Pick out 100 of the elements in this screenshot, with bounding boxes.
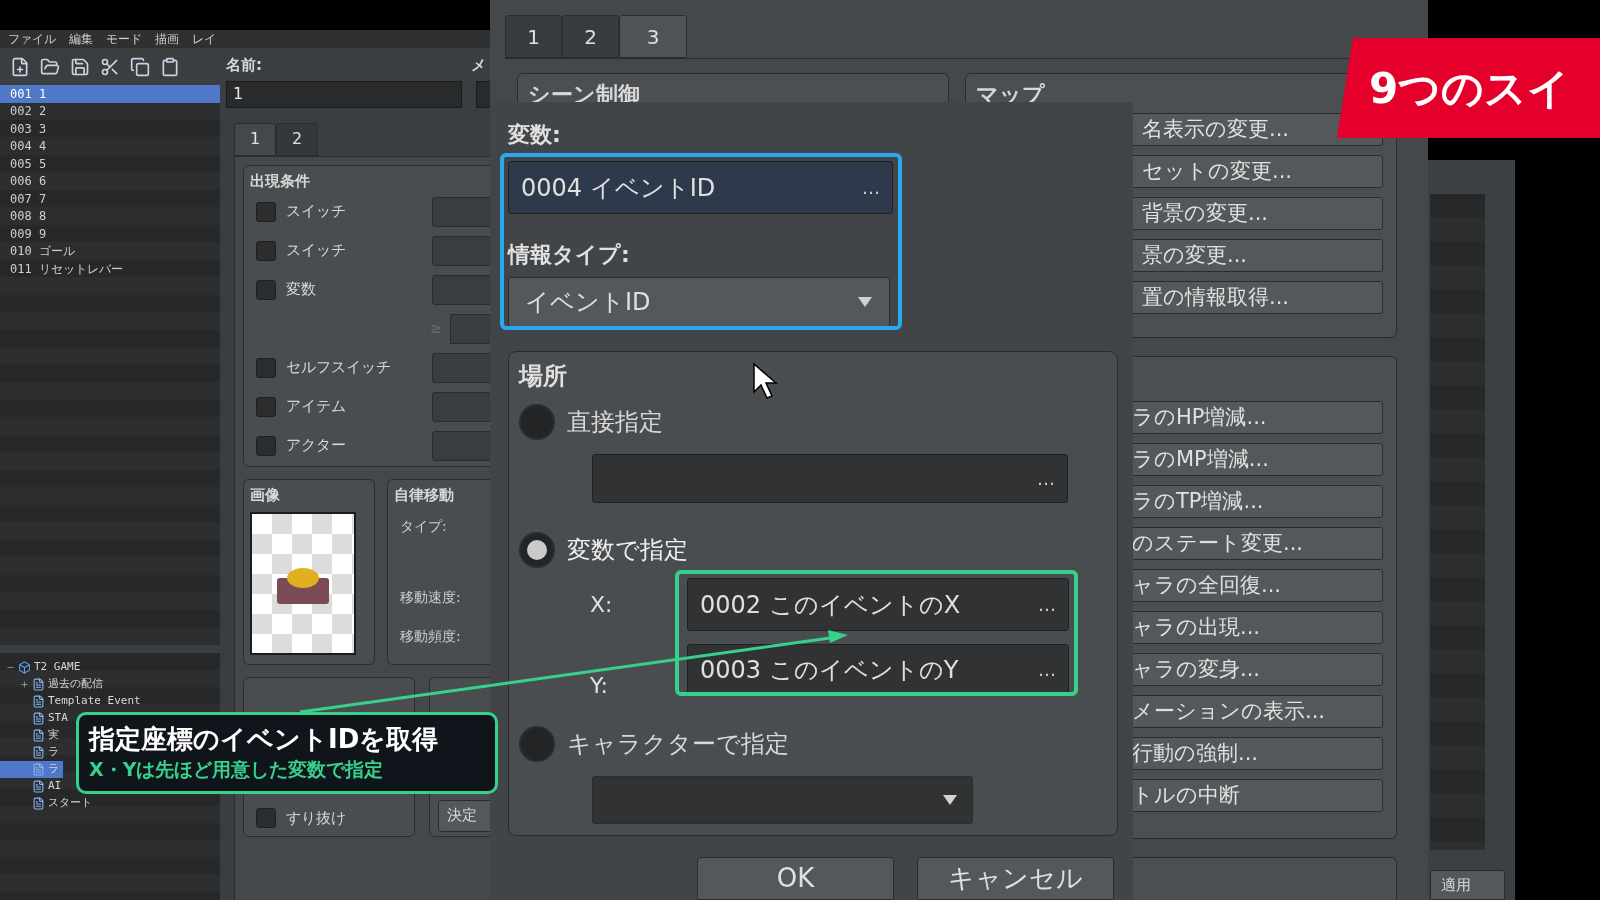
caret-down-icon <box>857 296 873 308</box>
menu-item[interactable]: ファイル <box>8 30 56 48</box>
cancel-button[interactable]: キャンセル <box>917 857 1114 900</box>
document-icon <box>32 712 45 725</box>
checkbox-label: 変数 <box>286 279 317 301</box>
radio-button[interactable] <box>519 404 555 440</box>
tab[interactable]: 2 <box>562 15 619 58</box>
menu-item[interactable]: レイ <box>192 30 216 48</box>
checkbox-label: アクター <box>286 435 347 457</box>
checkbox[interactable] <box>256 435 276 456</box>
y-variable-field[interactable]: 0003 このイベントのY … <box>687 644 1069 695</box>
open-folder-icon[interactable] <box>40 56 60 77</box>
map-list-item[interactable]: 008 8 <box>0 207 220 225</box>
map-list-item[interactable]: 005 5 <box>0 155 220 173</box>
map-list-item[interactable]: 007 7 <box>0 190 220 208</box>
radio-button[interactable] <box>519 532 555 568</box>
document-icon <box>32 746 45 759</box>
caret-down-icon <box>942 794 958 806</box>
checkbox-label: アイテム <box>286 396 347 418</box>
apply-button[interactable]: 適用 <box>1430 870 1505 900</box>
checkbox-label: スイッチ <box>286 201 347 223</box>
option-label: 変数で指定 <box>567 535 688 566</box>
cube-icon <box>18 661 31 674</box>
tree-item[interactable]: T2 GAME <box>0 659 85 676</box>
field-label: 変数: <box>508 121 562 148</box>
option-label: 直接指定 <box>567 407 663 438</box>
tree-item[interactable]: ラ <box>0 744 63 761</box>
tab[interactable]: 1 <box>505 15 562 58</box>
document-icon <box>32 729 45 742</box>
variable-field[interactable]: 0004 イベントID … <box>508 161 893 214</box>
document-icon <box>32 678 45 691</box>
group-title: 場所 <box>517 361 567 392</box>
character-select[interactable] <box>592 776 973 824</box>
callout-subtitle: X・Yは先ほど用意した変数で指定 <box>89 756 385 782</box>
checkbox[interactable] <box>256 808 276 829</box>
field-label: タイプ: <box>399 517 448 536</box>
expand-icon[interactable] <box>20 680 29 689</box>
save-icon[interactable] <box>70 56 90 77</box>
field-label: 移動速度: <box>399 588 462 607</box>
checkbox[interactable] <box>256 201 276 222</box>
field-label: X: <box>589 591 614 619</box>
checkbox[interactable] <box>256 357 276 378</box>
tree-item[interactable]: 過去の配信 <box>0 676 107 693</box>
map-list-item[interactable]: 009 9 <box>0 225 220 243</box>
menu-item[interactable]: 編集 <box>69 30 93 48</box>
map-list-item[interactable]: 004 4 <box>0 137 220 155</box>
checkbox-label: スイッチ <box>286 240 347 262</box>
new-file-icon[interactable] <box>10 56 30 77</box>
document-icon <box>32 780 45 793</box>
field-label: メ <box>471 55 486 76</box>
cursor-icon <box>753 362 778 399</box>
x-variable-field[interactable]: 0002 このイベントのX … <box>687 578 1069 631</box>
title-banner: 9つのスイ <box>1337 38 1600 138</box>
scissors-icon[interactable] <box>100 56 120 77</box>
tab[interactable]: 1 <box>234 122 276 156</box>
field-label: Y: <box>589 672 609 700</box>
map-list-item[interactable]: 002 2 <box>0 102 220 120</box>
ellipsis-button[interactable]: … <box>1038 656 1056 683</box>
tab[interactable]: 3 <box>619 15 687 58</box>
document-icon <box>32 695 45 708</box>
field-label: 名前: <box>226 55 262 76</box>
checkbox-label: すり抜け <box>286 808 346 829</box>
map-list-item[interactable]: 001 1 <box>0 85 220 103</box>
checkbox-label: セルフスイッチ <box>286 357 392 379</box>
document-icon <box>32 797 45 810</box>
checkbox[interactable] <box>256 240 276 261</box>
tree-item[interactable]: AI <box>0 778 66 795</box>
checkbox[interactable] <box>256 279 276 300</box>
callout-title: 指定座標のイベントIDを取得 <box>89 722 440 755</box>
clipboard-icon[interactable] <box>160 56 180 77</box>
group-title: 画像 <box>250 484 281 506</box>
copy-icon[interactable] <box>130 56 150 77</box>
ellipsis-button[interactable]: … <box>1038 591 1056 618</box>
group-title: 自律移動 <box>394 484 455 506</box>
document-icon <box>32 763 45 776</box>
ellipsis-button[interactable]: … <box>1037 465 1055 492</box>
option-label: キャラクターで指定 <box>567 729 789 760</box>
tree-item[interactable]: 実 <box>0 727 63 744</box>
map-list-item[interactable]: 010 ゴール <box>0 242 220 260</box>
ellipsis-button[interactable]: … <box>862 174 880 201</box>
comparison-sign: ≥ <box>430 319 442 338</box>
field-label: 移動頻度: <box>399 627 462 646</box>
sprite-thumbnail[interactable] <box>250 512 356 655</box>
name-field[interactable]: 1 <box>226 80 462 108</box>
menu-item[interactable]: モード <box>106 30 142 48</box>
map-list-item[interactable]: 011 リセットレバー <box>0 260 220 278</box>
tab[interactable]: 2 <box>276 122 318 156</box>
tree-item[interactable]: スタート <box>0 795 96 812</box>
info-type-select[interactable]: イベントID <box>508 277 890 327</box>
map-list-item[interactable]: 003 3 <box>0 120 220 138</box>
radio-button[interactable] <box>519 726 555 762</box>
menu-item[interactable]: 描画 <box>155 30 179 48</box>
field-label: 情報タイプ: <box>508 241 631 268</box>
tree-item[interactable]: STA <box>0 710 72 727</box>
tree-item[interactable]: Template Event <box>0 693 145 710</box>
ok-button[interactable]: OK <box>697 857 894 900</box>
map-list-item[interactable]: 006 6 <box>0 172 220 190</box>
location-field[interactable]: … <box>592 454 1068 503</box>
checkbox[interactable] <box>256 396 276 417</box>
group-title: 出現条件 <box>250 170 311 192</box>
